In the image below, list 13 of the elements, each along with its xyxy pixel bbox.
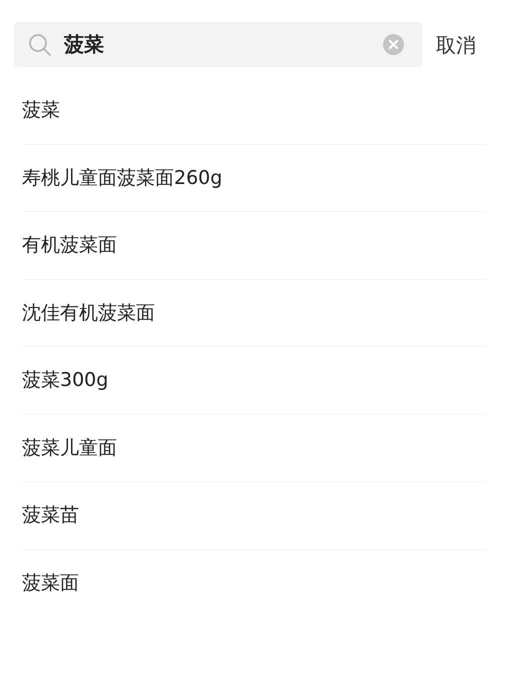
suggestion-item[interactable]: 寿桃儿童面菠菜面260g bbox=[22, 164, 222, 191]
suggestion-item[interactable]: 菠菜300g bbox=[22, 367, 108, 394]
search-field[interactable]: 菠菜 bbox=[14, 22, 422, 67]
search-icon bbox=[28, 32, 52, 56]
suggestion-item[interactable]: 菠菜苗 bbox=[22, 502, 79, 528]
suggestion-item[interactable]: 菠菜 bbox=[22, 97, 60, 124]
clear-icon[interactable] bbox=[383, 34, 404, 55]
suggestion-item[interactable]: 菠菜面 bbox=[22, 570, 79, 596]
suggestion-item[interactable]: 沈佳有机菠菜面 bbox=[22, 300, 155, 326]
search-query: 菠菜 bbox=[64, 31, 105, 58]
suggestion-item[interactable]: 有机菠菜面 bbox=[22, 232, 117, 258]
suggestion-item[interactable]: 菠菜儿童面 bbox=[22, 434, 117, 461]
cancel-button[interactable]: 取消 bbox=[430, 28, 482, 63]
